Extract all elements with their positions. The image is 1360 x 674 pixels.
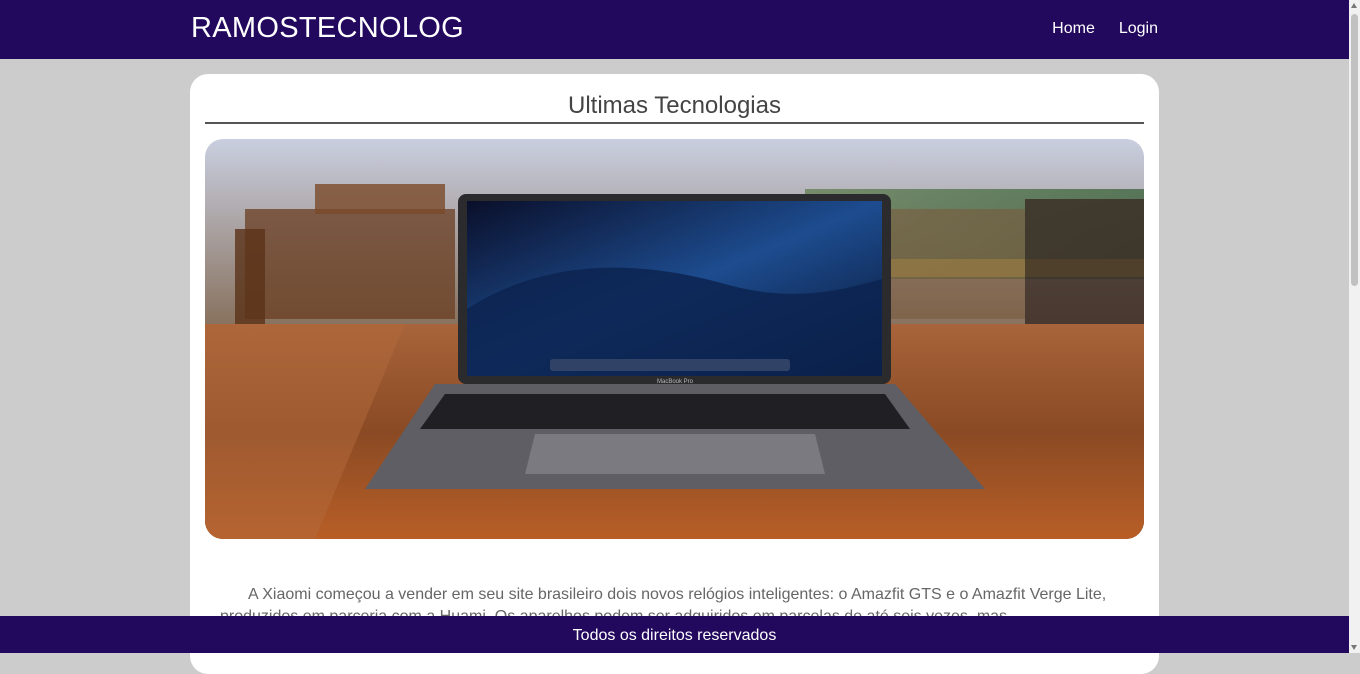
laptop-label: MacBook Pro [657,379,694,385]
nav-links: Home Login [1052,20,1158,38]
title-divider [205,122,1144,124]
footer: Todos os direitos reservados [0,616,1349,653]
nav-link-home[interactable]: Home [1052,20,1095,38]
top-navbar: RAMOSTECNOLOG Home Login [0,0,1349,59]
page-scrollbar[interactable] [1349,0,1360,653]
footer-text: Todos os direitos reservados [572,627,777,644]
site-brand[interactable]: RAMOSTECNOLOG [191,12,464,45]
content-card: Ultimas Tecnologias MacBook Pro A Xiaomi… [190,74,1159,674]
page-title: Ultimas Tecnologias [568,92,781,119]
scroll-down-icon[interactable] [1351,645,1357,650]
scroll-thumb[interactable] [1351,14,1358,286]
laptop-on-table-photo-icon: MacBook Pro [205,139,1144,539]
hero-image: MacBook Pro [205,139,1144,539]
nav-link-login[interactable]: Login [1119,20,1158,38]
scroll-up-icon[interactable] [1351,3,1357,8]
